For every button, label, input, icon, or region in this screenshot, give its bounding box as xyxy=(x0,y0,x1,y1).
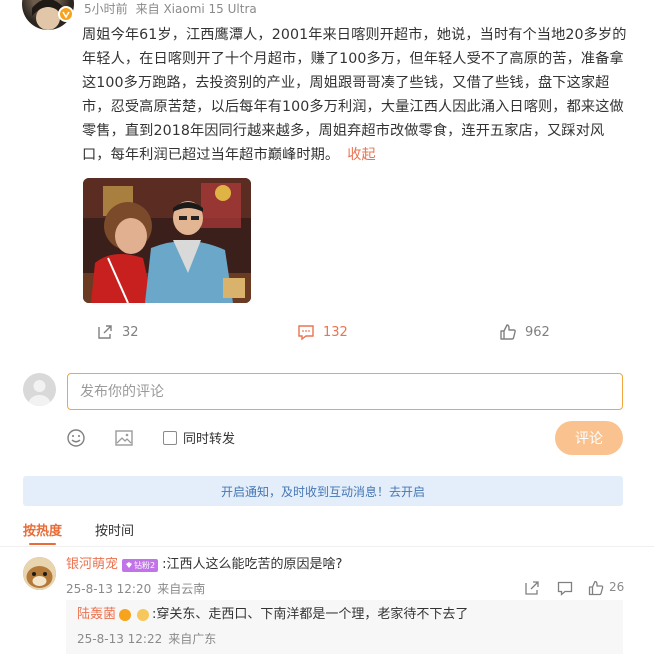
post-time[interactable]: 5小时前 xyxy=(84,2,128,16)
reply-line: 陆轰菌 :穿关东、走西口、下南洋都是一个理，老家待不下去了 xyxy=(77,606,468,624)
comment-date: 25-8-13 12:20 xyxy=(66,582,152,596)
verified-icon xyxy=(119,609,132,621)
comment-like-button[interactable] xyxy=(588,580,604,600)
comment-icon xyxy=(298,325,314,341)
comment-icon xyxy=(557,581,573,596)
tab-sort-hot[interactable]: 按热度 xyxy=(23,520,62,545)
crown-icon xyxy=(137,609,150,621)
my-avatar xyxy=(23,373,56,406)
comment-share-button[interactable] xyxy=(524,580,540,600)
like-count: 962 xyxy=(525,324,550,340)
post-meta: 5小时前 来自 Xiaomi 15 Ultra xyxy=(84,0,265,18)
comment-line: 银河萌宠 钻粉2 :江西人这么能吃苦的原因是啥? xyxy=(66,556,342,574)
share-icon xyxy=(525,581,539,595)
comment-text: :江西人这么能吃苦的原因是啥? xyxy=(162,557,343,572)
post-body: 周姐今年61岁，江西鹰潭人，2001年来日喀则开超市，她说，当时有个当地20多岁… xyxy=(82,27,627,163)
comment-meta: 25-8-13 12:20 来自云南 xyxy=(66,580,211,597)
notification-banner[interactable]: 开启通知，及时收到互动消息！去开启 xyxy=(23,476,623,506)
reply-username[interactable]: 陆轰菌 xyxy=(77,606,116,624)
vip-icon xyxy=(126,562,133,568)
like-icon xyxy=(588,580,604,596)
repost-action[interactable]: 32 xyxy=(96,322,139,342)
comment-reply-button[interactable] xyxy=(557,580,573,600)
comment-username[interactable]: 银河萌宠 xyxy=(66,556,118,574)
post-text: 周姐今年61岁，江西鹰潭人，2001年来日喀则开超市，她说，当时有个当地20多岁… xyxy=(82,23,627,167)
comment-action[interactable]: 132 xyxy=(297,322,348,342)
repost-label: 同时转发 xyxy=(183,432,236,447)
like-icon xyxy=(500,324,516,340)
reply-meta: 25-8-13 12:22 来自广东 xyxy=(77,630,222,647)
post-source: 来自 Xiaomi 15 Ultra xyxy=(135,2,257,16)
share-icon xyxy=(98,325,112,339)
reply-date: 25-8-13 12:22 xyxy=(77,632,163,646)
tab-sort-time[interactable]: 按时间 xyxy=(95,520,134,539)
comment-location: 来自云南 xyxy=(157,582,206,596)
image-icon[interactable] xyxy=(114,428,134,448)
reply-text: :穿关东、走西口、下南洋都是一个理，老家待不下去了 xyxy=(152,607,469,622)
commenter-avatar[interactable] xyxy=(23,557,56,590)
comment-like-count: 26 xyxy=(609,580,625,594)
repost-toggle[interactable]: 同时转发 xyxy=(163,428,235,447)
repost-checkbox[interactable] xyxy=(163,430,177,445)
collapse-link[interactable]: 收起 xyxy=(347,147,376,163)
fan-badge[interactable]: 钻粉2 xyxy=(122,558,159,572)
divider xyxy=(0,546,654,547)
repost-count: 32 xyxy=(122,324,139,340)
reply-location: 来自广东 xyxy=(168,632,217,646)
verified-icon xyxy=(58,6,74,22)
post-photo[interactable] xyxy=(83,178,251,303)
like-action[interactable]: 962 xyxy=(499,322,550,342)
comment-input[interactable] xyxy=(67,373,623,410)
submit-comment-button[interactable]: 评论 xyxy=(555,421,623,455)
fan-badge-label: 钻粉2 xyxy=(134,560,156,570)
emoji-icon[interactable] xyxy=(66,428,86,448)
comment-count: 132 xyxy=(323,324,348,340)
